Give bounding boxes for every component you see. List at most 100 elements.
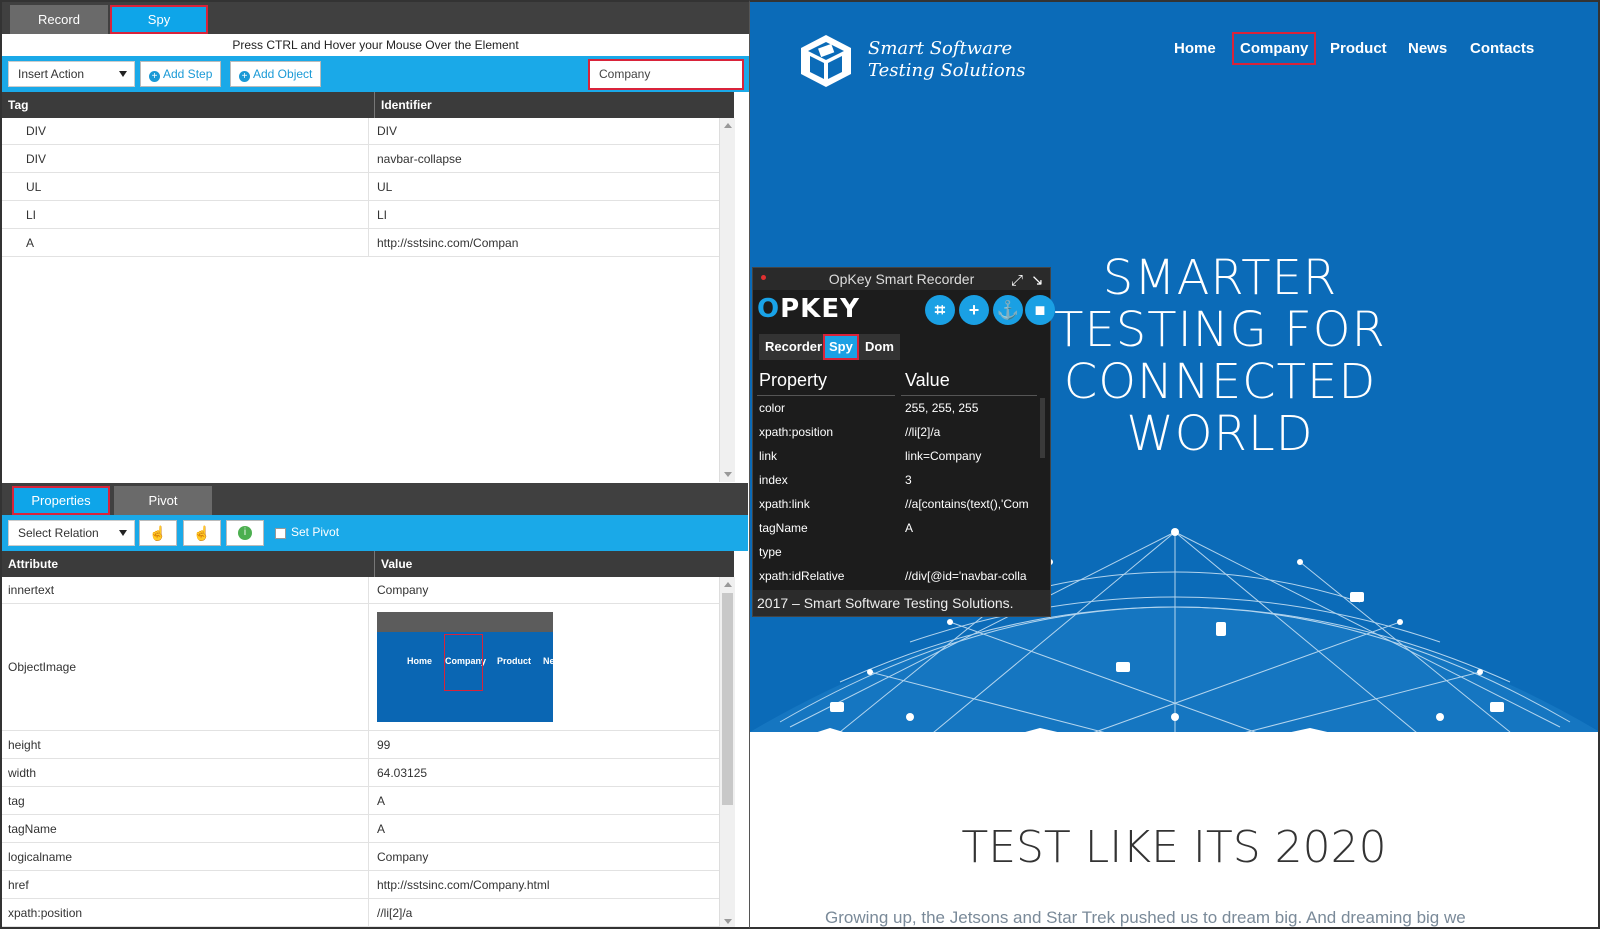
spy-tool-panel: Record Spy Press CTRL and Hover your Mou…: [0, 0, 750, 929]
recorder-table-header: Property Value: [753, 366, 1050, 396]
tab-pivot[interactable]: Pivot: [114, 486, 212, 515]
table-row[interactable]: type: [753, 540, 1050, 564]
select-relation-dropdown[interactable]: Select Relation: [8, 520, 135, 546]
thumbnail-nav-home: Home: [407, 656, 433, 666]
table-row[interactable]: DIV navbar-collapse: [2, 145, 734, 173]
table-row[interactable]: innertext Company: [2, 577, 734, 604]
plus-circle-icon: +: [149, 71, 160, 82]
tab-properties[interactable]: Properties: [12, 486, 110, 515]
nav-link-home[interactable]: Home: [1174, 40, 1216, 57]
select-relation-label: Select Relation: [18, 526, 99, 540]
add-object-button[interactable]: + Add Object: [230, 61, 322, 87]
value-cell: 3: [905, 473, 912, 487]
table-row[interactable]: xpath:position //li[2]/a: [2, 899, 734, 927]
property-cell: xpath:idRelative: [759, 569, 845, 583]
value-cell: //li[2]/a: [368, 899, 734, 926]
tab-recorder[interactable]: Recorder: [759, 334, 829, 360]
tab-dom[interactable]: Dom: [859, 334, 900, 360]
value-cell: link=Company: [905, 449, 982, 463]
anchor-icon[interactable]: ⚓: [993, 295, 1023, 325]
logo-line-2: Testing Solutions: [868, 60, 1026, 81]
nav-link-contacts[interactable]: Contacts: [1470, 40, 1534, 57]
table-row[interactable]: link link=Company: [753, 444, 1050, 468]
chevron-down-icon: [119, 530, 127, 536]
table-row[interactable]: tagName A: [753, 516, 1050, 540]
logo-line-1: Smart Software: [868, 38, 1013, 59]
tab-spy[interactable]: Spy: [823, 334, 859, 360]
table-row[interactable]: DIV DIV: [2, 118, 734, 145]
table-row[interactable]: UL UL: [2, 173, 734, 201]
table-row[interactable]: height 99: [2, 731, 734, 759]
tab-record[interactable]: Record: [10, 5, 108, 34]
minimize-arrow-icon[interactable]: ↘: [1031, 270, 1044, 292]
value-cell: 99: [368, 731, 734, 758]
attribute-cell: logicalname: [8, 849, 73, 864]
nav-link-news[interactable]: News: [1408, 40, 1447, 57]
record-dot-icon: [761, 275, 766, 280]
hero-line: CONNECTED: [1063, 354, 1377, 410]
table-row[interactable]: index 3: [753, 468, 1050, 492]
property-cell: color: [759, 401, 786, 415]
pick-parent-button[interactable]: ☝: [139, 520, 177, 546]
stop-icon[interactable]: ■: [1025, 295, 1055, 325]
table-row[interactable]: color 255, 255, 255: [753, 396, 1050, 420]
add-step-button[interactable]: + Add Step: [140, 61, 222, 87]
table-row[interactable]: LI LI: [2, 201, 734, 229]
table-row[interactable]: href http://sstsinc.com/Company.html: [2, 871, 734, 899]
table-row[interactable]: tag A: [2, 787, 734, 815]
attribute-grid-scrollbar[interactable]: [719, 577, 735, 927]
thumbnail-selection-box: [444, 634, 483, 691]
mode-tabbar: Record Spy: [2, 2, 749, 34]
table-row[interactable]: xpath:idRelative //div[@id='navbar-colla: [753, 564, 1050, 588]
value-cell: A: [905, 521, 914, 535]
identifier-cell: http://sstsinc.com/Compan: [368, 229, 734, 256]
table-row[interactable]: A http://sstsinc.com/Compan: [2, 229, 734, 257]
site-logo-cube-icon[interactable]: [797, 32, 855, 90]
insert-action-dropdown[interactable]: Insert Action: [8, 61, 135, 87]
pick-child-button[interactable]: ☝: [183, 520, 221, 546]
table-row[interactable]: width 64.03125: [2, 759, 734, 787]
expand-icon[interactable]: ⤢: [1011, 270, 1023, 292]
add-icon[interactable]: +: [959, 295, 989, 325]
property-cell: index: [759, 473, 788, 487]
attribute-cell: ObjectImage: [8, 660, 77, 674]
info-button[interactable]: i: [226, 520, 264, 546]
scroll-down-icon[interactable]: [724, 472, 732, 477]
info-circle-icon: i: [238, 526, 252, 540]
recorder-title: OpKey Smart Recorder: [828, 271, 975, 287]
table-row[interactable]: tagName A: [2, 815, 734, 843]
recorder-titlebar[interactable]: OpKey Smart Recorder ⤢ ↘: [753, 268, 1050, 290]
hand-pointer-icon: ☝: [149, 524, 167, 541]
scrollbar-thumb[interactable]: [722, 593, 733, 805]
site-logo-text[interactable]: Smart Software Testing Solutions: [868, 38, 1026, 82]
section-title: TEST LIKE ITS 2020: [961, 822, 1387, 873]
attribute-grid: Attribute Value innertext Company Object…: [2, 551, 734, 927]
recorder-scrollbar[interactable]: [1040, 398, 1045, 458]
opkey-recorder-window[interactable]: OpKey Smart Recorder ⤢ ↘ OPKEY ⌗ + ⚓ ■ R…: [752, 267, 1055, 617]
scroll-up-icon[interactable]: [724, 123, 732, 128]
crop-icon[interactable]: ⌗: [925, 295, 955, 325]
nav-link-product[interactable]: Product: [1330, 40, 1387, 57]
table-row[interactable]: xpath:position //li[2]/a: [753, 420, 1050, 444]
value-cell: A: [368, 815, 734, 842]
opkey-logo: OPKEY: [757, 294, 860, 324]
value-cell: //div[@id='navbar-colla: [905, 569, 1027, 583]
object-image-thumbnail: Home Company Product Ne: [377, 612, 555, 722]
recorder-tabs: Recorder Spy Dom: [753, 334, 1050, 360]
table-row[interactable]: ObjectImage Home Company Product Ne: [2, 604, 734, 731]
column-header-value: Value: [374, 551, 412, 577]
set-pivot-checkbox[interactable]: [275, 528, 286, 539]
value-cell: Home Company Product Ne: [368, 604, 734, 730]
table-row[interactable]: xpath:link //a[contains(text(),'Com: [753, 492, 1050, 516]
column-header-tag: Tag: [8, 98, 29, 112]
object-search-input[interactable]: Company: [588, 59, 744, 90]
scroll-down-icon[interactable]: [724, 919, 732, 924]
add-object-label: Add Object: [253, 67, 313, 81]
element-grid-scrollbar[interactable]: [719, 118, 735, 482]
tab-spy[interactable]: Spy: [110, 5, 208, 34]
nav-link-company[interactable]: Company: [1231, 32, 1317, 65]
table-row[interactable]: logicalname Company: [2, 843, 734, 871]
tag-cell: UL: [26, 179, 42, 194]
recorder-header: OPKEY ⌗ + ⚓ ■: [753, 290, 1055, 328]
scroll-up-icon[interactable]: [724, 582, 732, 587]
